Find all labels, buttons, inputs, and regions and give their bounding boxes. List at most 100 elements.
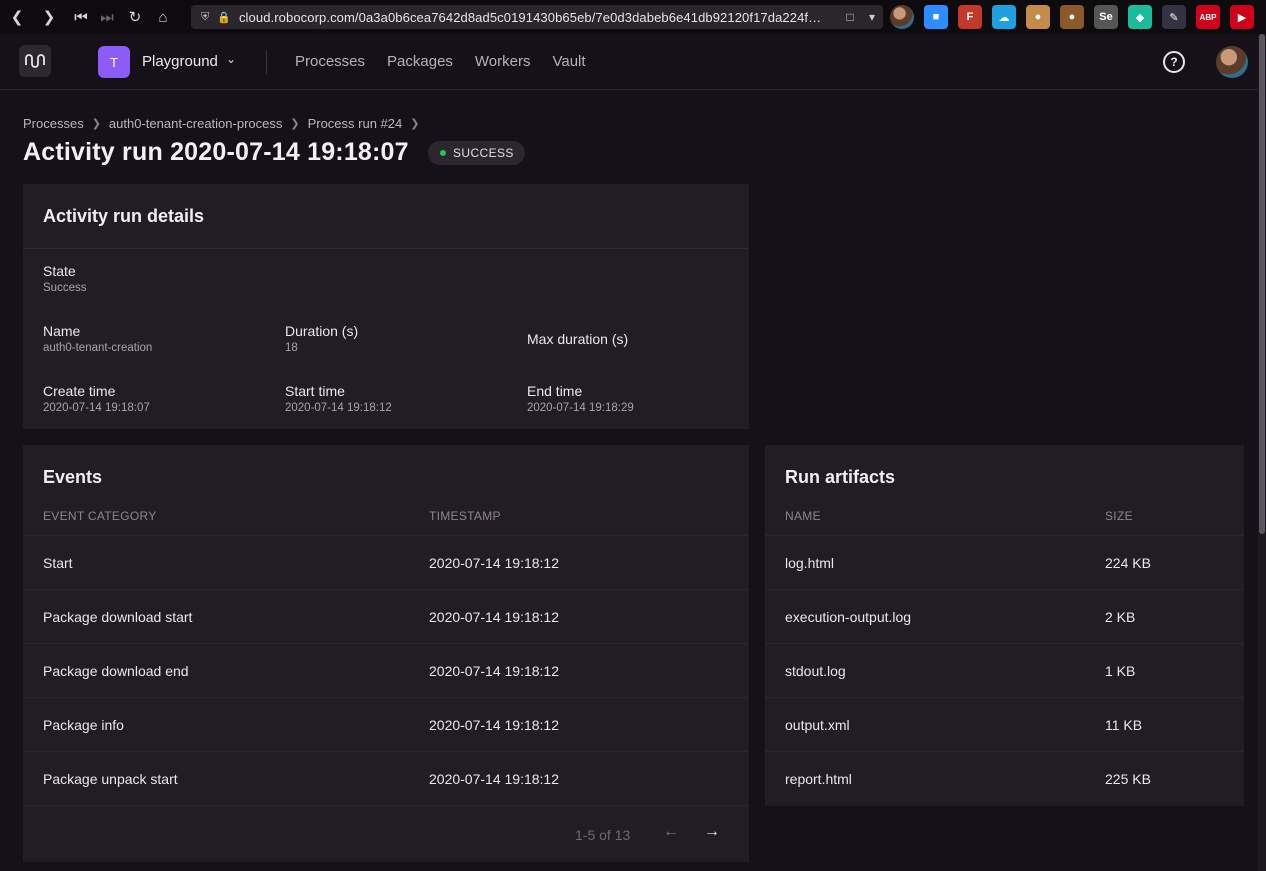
table-row[interactable]: report.html 225 KB: [765, 751, 1244, 805]
create-time-field: Create time 2020-07-14 19:18:07: [43, 383, 150, 414]
pen-extension-icon[interactable]: ✎: [1162, 5, 1186, 29]
artifact-name[interactable]: report.html: [785, 771, 852, 787]
workspace-avatar[interactable]: T: [98, 46, 130, 78]
breadcrumb: Processes ❯ auth0-tenant-creation-proces…: [23, 116, 427, 131]
app-header: T Playground ⌄ Processes Packages Worker…: [0, 34, 1258, 90]
arrow-right-icon[interactable]: →: [704, 823, 720, 841]
table-row[interactable]: Start 2020-07-14 19:18:12: [23, 535, 749, 589]
cookie2-extension-icon[interactable]: ●: [1060, 5, 1084, 29]
table-row[interactable]: Package download end 2020-07-14 19:18:12: [23, 643, 749, 697]
event-category: Start: [43, 555, 73, 571]
help-icon[interactable]: ?: [1163, 51, 1185, 73]
event-timestamp: 2020-07-14 19:18:12: [429, 555, 559, 571]
skip-back-icon[interactable]: ⏮: [70, 6, 92, 28]
end-time-value: 2020-07-14 19:18:29: [527, 402, 634, 414]
status-text: SUCCESS: [453, 146, 514, 160]
end-time-label: End time: [527, 383, 583, 399]
address-bar[interactable]: ⛨ 🔒 cloud.robocorp.com/0a3a0b6cea7642d8a…: [191, 5, 883, 29]
media-extension-icon[interactable]: ▶: [1230, 5, 1254, 29]
column-header-timestamp[interactable]: TIMESTAMP: [429, 509, 501, 523]
reload-icon[interactable]: ↻: [124, 6, 146, 28]
breadcrumb-process-run[interactable]: Process run #24: [308, 116, 403, 131]
event-category: Package info: [43, 717, 124, 733]
nav-packages[interactable]: Packages: [387, 53, 453, 70]
max-duration-field: Max duration (s): [527, 331, 628, 347]
artifacts-title: Run artifacts: [785, 467, 896, 487]
back-icon[interactable]: ❮: [6, 6, 28, 28]
status-dot-icon: [440, 150, 446, 156]
artifact-size: 224 KB: [1105, 555, 1151, 571]
table-row[interactable]: Package unpack start 2020-07-14 19:18:12: [23, 751, 749, 805]
max-duration-label: Max duration (s): [527, 331, 629, 347]
table-row[interactable]: log.html 224 KB: [765, 535, 1244, 589]
table-row[interactable]: execution-output.log 2 KB: [765, 589, 1244, 643]
skip-forward-icon[interactable]: ⏭: [96, 6, 118, 28]
status-badge: SUCCESS: [428, 141, 525, 165]
name-field: Name auth0-tenant-creation: [43, 323, 152, 354]
bot-extension-icon[interactable]: ◆: [1128, 5, 1152, 29]
duration-field: Duration (s) 18: [285, 323, 358, 354]
artifact-name[interactable]: execution-output.log: [785, 609, 911, 625]
arrow-left-icon[interactable]: ←: [663, 823, 679, 841]
column-header-category[interactable]: EVENT CATEGORY: [43, 509, 157, 523]
start-time-label: Start time: [285, 383, 345, 399]
nav-processes[interactable]: Processes: [295, 53, 365, 70]
scrollbar-thumb[interactable]: [1259, 34, 1265, 534]
pagination-text: 1-5 of 13: [575, 827, 631, 843]
column-header-name[interactable]: NAME: [785, 509, 821, 523]
breadcrumb-process[interactable]: auth0-tenant-creation-process: [109, 116, 282, 131]
artifact-size: 1 KB: [1105, 663, 1136, 679]
page-scrollbar[interactable]: [1258, 34, 1266, 871]
event-timestamp: 2020-07-14 19:18:12: [429, 663, 559, 679]
bookmark-icon[interactable]: □: [839, 10, 861, 24]
table-row[interactable]: Package info 2020-07-14 19:18:12: [23, 697, 749, 751]
table-row[interactable]: Package download start 2020-07-14 19:18:…: [23, 589, 749, 643]
table-row[interactable]: output.xml 11 KB: [765, 697, 1244, 751]
table-footer-divider: [23, 805, 749, 806]
breadcrumb-processes[interactable]: Processes: [23, 116, 84, 131]
chevron-right-icon: ❯: [290, 118, 300, 130]
start-time-field: Start time 2020-07-14 19:18:12: [285, 383, 392, 414]
home-icon[interactable]: ⌂: [152, 6, 174, 28]
nav-workers[interactable]: Workers: [475, 53, 531, 70]
table-row[interactable]: stdout.log 1 KB: [765, 643, 1244, 697]
chevron-right-icon: ❯: [410, 118, 420, 130]
events-title: Events: [43, 467, 103, 487]
events-card: Events EVENT CATEGORY TIMESTAMP Start 20…: [23, 445, 749, 862]
nav-vault[interactable]: Vault: [552, 53, 585, 70]
browser-toolbar: ❮ ❯ ⏮ ⏭ ↻ ⌂ ⛨ 🔒 cloud.robocorp.com/0a3a0…: [0, 0, 1266, 34]
state-field: State Success: [43, 263, 86, 294]
abp-extension-icon[interactable]: ABP: [1196, 5, 1220, 29]
activity-run-details-card: Activity run details State Success Name …: [23, 184, 749, 429]
extensions-bar: ■ F ☁ ● ● Se ◆ ✎ ABP ▶: [890, 5, 1264, 29]
event-timestamp: 2020-07-14 19:18:12: [429, 717, 559, 733]
shield-icon: ⛨: [201, 10, 210, 23]
state-label: State: [43, 263, 76, 279]
chevron-right-icon: ❯: [91, 118, 101, 130]
artifact-size: 2 KB: [1105, 609, 1136, 625]
url-text: cloud.robocorp.com/0a3a0b6cea7642d8ad5c0…: [238, 9, 822, 25]
header-divider: [266, 50, 267, 74]
artifact-name[interactable]: stdout.log: [785, 663, 846, 679]
robocorp-logo-icon[interactable]: [19, 45, 51, 77]
user-avatar[interactable]: [1216, 46, 1248, 78]
salesforce-extension-icon[interactable]: ☁: [992, 5, 1016, 29]
dropdown-icon[interactable]: ▾: [861, 10, 883, 24]
event-category: Package download end: [43, 663, 189, 679]
forward-icon[interactable]: ❯: [38, 6, 60, 28]
column-header-size[interactable]: SIZE: [1105, 509, 1133, 523]
create-time-label: Create time: [43, 383, 116, 399]
zoom-extension-icon[interactable]: ■: [924, 5, 948, 29]
chevron-down-icon[interactable]: ⌄: [226, 52, 236, 66]
selenium-extension-icon[interactable]: Se: [1094, 5, 1118, 29]
artifact-size: 225 KB: [1105, 771, 1151, 787]
fb-extension-icon[interactable]: F: [958, 5, 982, 29]
workspace-name[interactable]: Playground: [142, 53, 218, 70]
create-time-value: 2020-07-14 19:18:07: [43, 402, 150, 414]
artifact-size: 11 KB: [1105, 717, 1143, 733]
details-title: Activity run details: [43, 206, 205, 226]
cookie-extension-icon[interactable]: ●: [1026, 5, 1050, 29]
artifact-name[interactable]: log.html: [785, 555, 834, 571]
artifact-name[interactable]: output.xml: [785, 717, 850, 733]
profile-extension-icon[interactable]: [890, 5, 914, 29]
